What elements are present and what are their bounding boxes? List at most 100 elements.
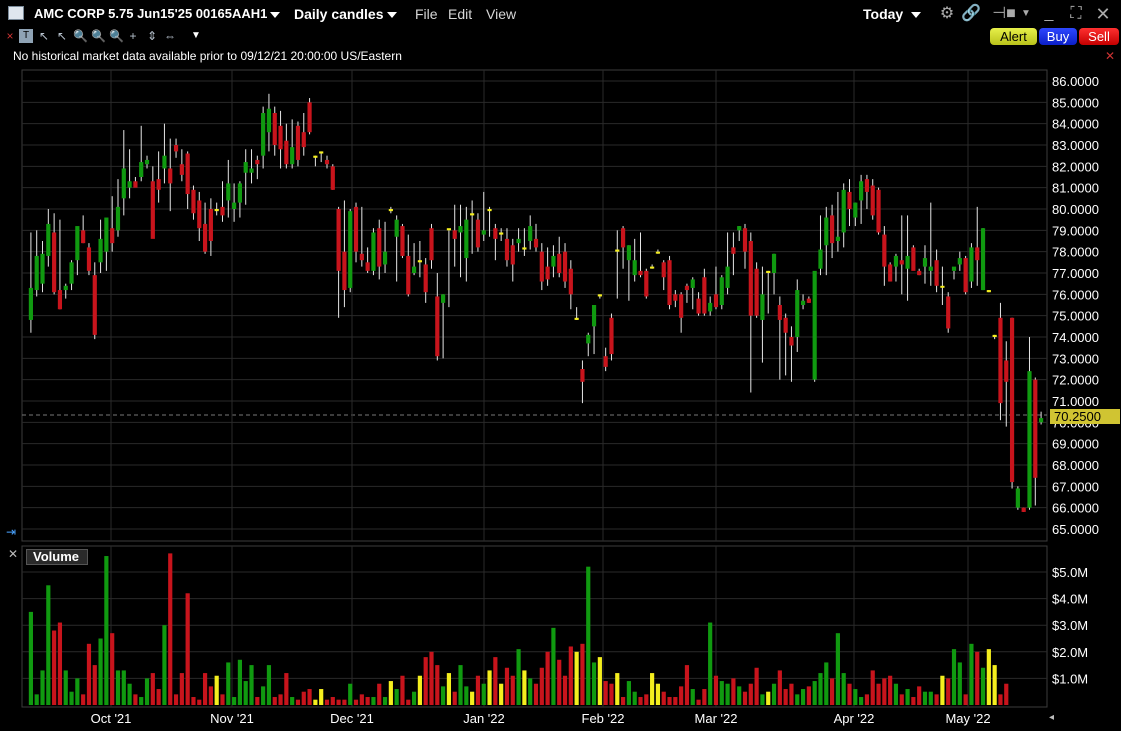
candle-body — [446, 228, 452, 231]
axis-layer: 86.0000 85.0000 84.0000 83.0000 82.0000 81.00… — [91, 74, 1099, 726]
volume-bar — [92, 665, 97, 705]
candle-body — [771, 253, 777, 273]
volume-bar — [278, 694, 283, 705]
candle-body — [232, 202, 237, 209]
price-axis-label: 84.0000 — [1052, 117, 1099, 132]
candle — [737, 226, 742, 241]
date-axis-label: Oct '21 — [91, 711, 132, 726]
candle — [127, 149, 132, 199]
volume-bar — [673, 697, 678, 705]
volume-bar — [191, 697, 196, 705]
candle — [708, 296, 713, 316]
candle — [173, 138, 179, 158]
candle — [940, 266, 945, 305]
candle — [609, 313, 614, 361]
candle-body — [330, 166, 335, 190]
volume-bar — [429, 651, 434, 705]
volume-axis-label: $2.0M — [1052, 645, 1088, 660]
candle — [986, 290, 991, 293]
volume-bar — [243, 681, 248, 705]
candle-body — [615, 249, 620, 252]
volume-bar — [255, 697, 260, 705]
volume-bar — [493, 657, 498, 705]
candle-body — [818, 249, 823, 269]
volume-bar — [586, 566, 591, 705]
candle — [237, 181, 242, 218]
candle-body — [237, 183, 242, 203]
candle — [359, 206, 364, 267]
volume-bar — [562, 675, 568, 705]
candles-layer — [28, 93, 1044, 512]
candle-body — [324, 159, 330, 165]
candle-body — [510, 245, 515, 265]
candle — [696, 292, 701, 316]
volume-panel-frame — [21, 545, 1048, 708]
candle — [197, 191, 202, 241]
candle — [162, 123, 167, 184]
candle — [435, 273, 440, 361]
candle — [731, 232, 736, 276]
candle-body — [975, 247, 980, 261]
candle — [86, 243, 92, 276]
candle-body — [127, 181, 132, 188]
candle — [806, 296, 811, 303]
candle-body — [905, 255, 910, 269]
volume-bar — [98, 638, 103, 705]
candle — [742, 223, 748, 269]
candle-body — [562, 251, 568, 282]
price-axis-label: 83.0000 — [1052, 138, 1099, 153]
volume-bar — [777, 670, 782, 705]
candle-body — [464, 219, 469, 259]
candle-body — [272, 113, 277, 145]
volume-bar — [748, 683, 753, 705]
candle-body — [940, 285, 945, 288]
volume-bar — [499, 683, 504, 705]
candle — [557, 236, 562, 278]
candle-body — [690, 279, 695, 288]
volume-bar — [319, 689, 324, 705]
price-axis-label: 66.0000 — [1052, 501, 1099, 516]
candle-body — [86, 247, 92, 271]
candle — [539, 243, 544, 291]
volume-bar — [731, 678, 736, 705]
candle-body — [261, 113, 266, 156]
candle — [400, 223, 405, 259]
candle-body — [377, 228, 382, 267]
candle-body — [1027, 371, 1032, 508]
candle-body — [191, 189, 196, 214]
volume-bar — [330, 697, 335, 705]
candle — [893, 253, 899, 282]
candle — [905, 215, 910, 301]
candle — [487, 206, 492, 237]
volume-bar — [795, 694, 800, 705]
candle-body — [835, 236, 840, 241]
candle — [533, 223, 539, 252]
candle — [406, 234, 411, 297]
volume-bar — [783, 689, 788, 705]
candle-body — [574, 317, 579, 320]
candle-body — [301, 132, 306, 148]
candle-body — [168, 168, 173, 184]
candle-body — [470, 213, 475, 216]
volume-bar — [475, 675, 481, 705]
volume-bar — [144, 678, 150, 705]
candle-body — [951, 266, 957, 271]
candle-body — [57, 290, 63, 310]
grid-layer — [22, 70, 1047, 707]
candle-body — [382, 251, 388, 265]
candle-body — [586, 334, 591, 344]
candle-body — [702, 277, 707, 314]
scroll-right-icon[interactable]: ◂ — [1049, 712, 1054, 723]
candle-body — [475, 219, 481, 248]
candle — [679, 292, 684, 333]
volume-bar — [882, 678, 887, 705]
candle-body — [313, 155, 318, 158]
price-volume-chart[interactable]: 86.0000 85.0000 84.0000 83.0000 82.0000 81.00… — [0, 0, 1121, 731]
volume-bar — [754, 667, 759, 705]
candle-body — [388, 209, 393, 212]
candle — [150, 166, 155, 239]
candle — [818, 215, 823, 276]
candle-body — [115, 206, 121, 231]
volume-bar — [946, 678, 951, 705]
volume-bar — [766, 691, 771, 705]
